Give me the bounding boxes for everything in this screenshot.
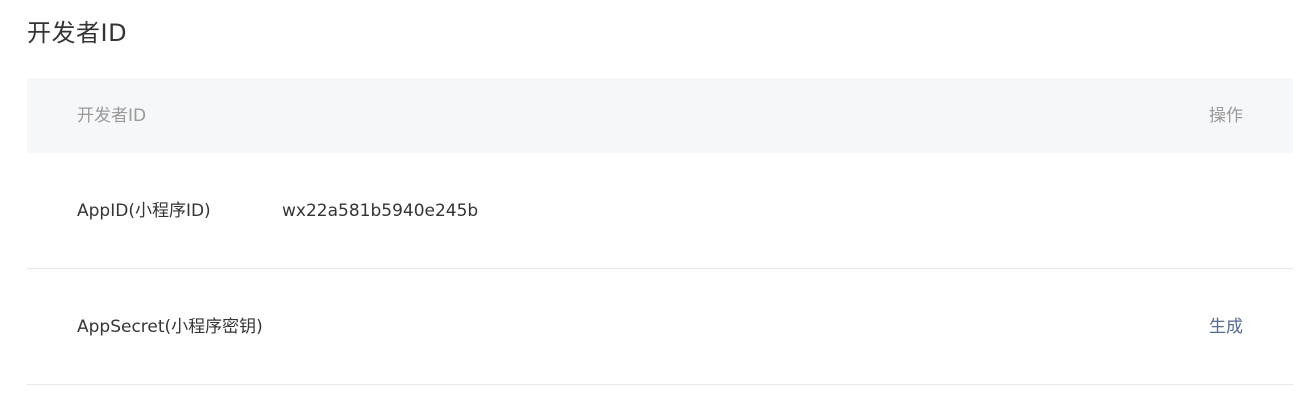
developer-id-page: 开发者ID 开发者ID 操作 AppID(小程序ID) wx22a581b594… [0, 0, 1307, 403]
column-header-developer-id: 开发者ID [77, 106, 147, 126]
developer-id-table: 开发者ID 操作 AppID(小程序ID) wx22a581b5940e245b… [27, 78, 1293, 385]
table-row-appid: AppID(小程序ID) wx22a581b5940e245b [27, 153, 1293, 269]
table-row-appsecret: AppSecret(小程序密钥) 生成 [27, 269, 1293, 385]
appsecret-label: AppSecret(小程序密钥) [77, 317, 263, 337]
table-header: 开发者ID 操作 [27, 78, 1293, 153]
section-title: 开发者ID [27, 19, 128, 47]
appid-value: wx22a581b5940e245b [282, 201, 479, 221]
generate-appsecret-link[interactable]: 生成 [1209, 316, 1243, 338]
appid-label: AppID(小程序ID) [77, 201, 211, 221]
column-header-operation: 操作 [1209, 106, 1243, 126]
